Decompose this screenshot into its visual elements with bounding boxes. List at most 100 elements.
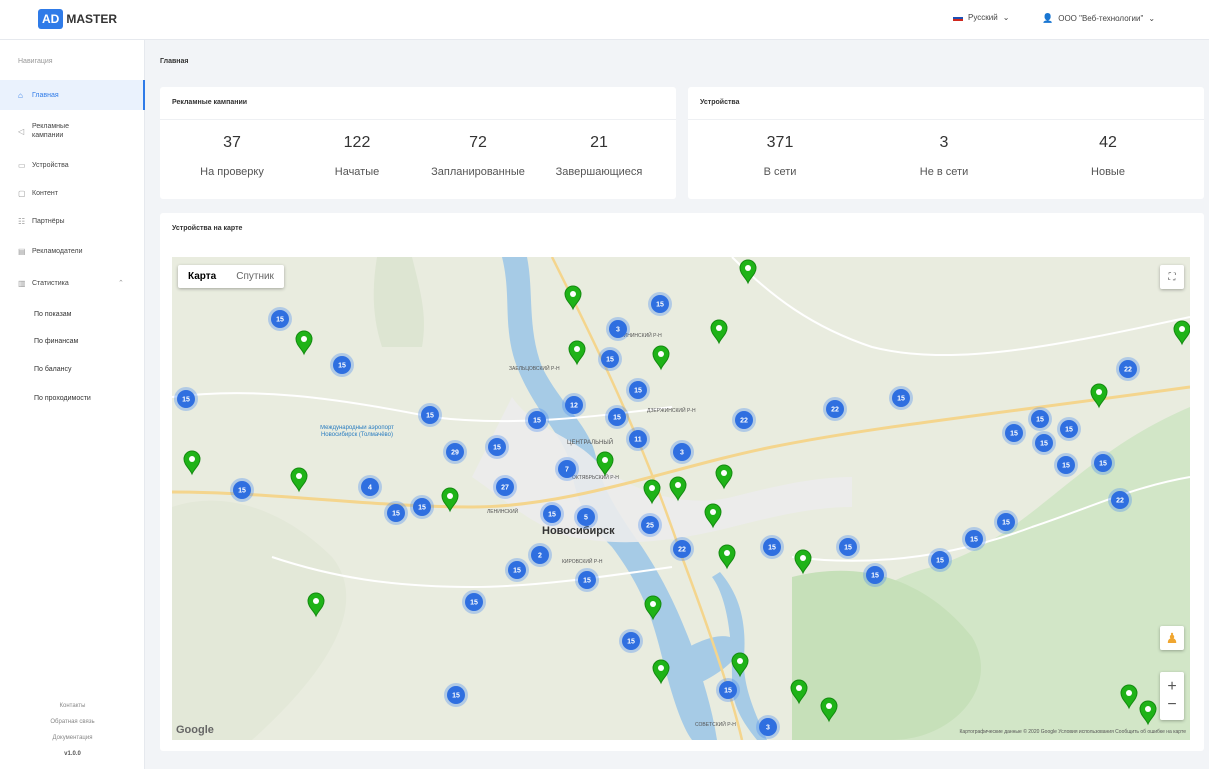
cluster-count: 5	[584, 515, 588, 522]
pin-center	[710, 509, 716, 515]
device-cluster[interactable]: 15	[230, 478, 254, 502]
cluster-count: 15	[606, 357, 614, 364]
device-cluster[interactable]: 3	[756, 715, 780, 739]
device-cluster[interactable]: 15	[410, 495, 434, 519]
device-cluster[interactable]: 22	[670, 537, 694, 561]
devices-stat-new[interactable]: 42 Новые	[1048, 134, 1168, 178]
device-cluster[interactable]: 29	[443, 440, 467, 464]
device-cluster[interactable]: 15	[605, 405, 629, 429]
device-cluster[interactable]: 15	[619, 629, 643, 653]
device-cluster[interactable]: 15	[928, 548, 952, 572]
logo[interactable]: AD MASTER	[38, 9, 117, 29]
device-cluster[interactable]: 4	[358, 475, 382, 499]
sidebar-sub-balance[interactable]: По балансу	[34, 366, 71, 373]
footer-contacts[interactable]: Контакты	[0, 703, 145, 709]
monitor-icon: ▭	[18, 160, 26, 170]
device-cluster[interactable]: 15	[962, 527, 986, 551]
app-version: v1.0.0	[64, 751, 81, 757]
device-cluster[interactable]: 15	[716, 678, 740, 702]
device-cluster[interactable]: 15	[268, 307, 292, 331]
sidebar-sub-finance[interactable]: По финансам	[34, 338, 78, 345]
cluster-count: 15	[470, 600, 478, 607]
sidebar-item-partners[interactable]: ☷ Партнёры	[0, 206, 145, 236]
device-cluster[interactable]: 22	[732, 408, 756, 432]
language-selector[interactable]: Русский ⌄	[953, 13, 1009, 22]
campaigns-stat-planned[interactable]: 72 Запланированные	[418, 134, 538, 178]
devices-stat-online[interactable]: 371 В сети	[720, 134, 840, 178]
device-cluster[interactable]: 15	[598, 347, 622, 371]
device-cluster[interactable]: 15	[485, 435, 509, 459]
cluster-count: 15	[897, 396, 905, 403]
device-cluster[interactable]: 15	[540, 502, 564, 526]
stat-value: 21	[590, 134, 608, 151]
device-cluster[interactable]: 15	[863, 563, 887, 587]
devices-map[interactable]: Новосибирск ЗАЕЛЬЦОВСКИЙ Р-Н ЦЕНТРАЛЬНЫЙ…	[172, 257, 1190, 740]
device-cluster[interactable]: 15	[525, 408, 549, 432]
sidebar-item-label: Контент	[32, 189, 58, 197]
campaigns-stat-started[interactable]: 122 Начатые	[297, 134, 417, 178]
device-cluster[interactable]: 15	[505, 558, 529, 582]
pin-center	[1096, 389, 1102, 395]
device-cluster[interactable]: 22	[823, 397, 847, 421]
device-cluster[interactable]: 15	[1002, 421, 1026, 445]
cluster-count: 15	[338, 363, 346, 370]
campaigns-stat-review[interactable]: 37 На проверку	[172, 134, 292, 178]
device-cluster[interactable]: 15	[1091, 451, 1115, 475]
device-cluster[interactable]: 15	[626, 378, 650, 402]
cluster-count: 27	[501, 485, 509, 492]
cluster-count: 15	[1065, 427, 1073, 434]
device-cluster[interactable]: 22	[1108, 488, 1132, 512]
sidebar-item-statistics[interactable]: ▥ Статистика ⌃	[0, 268, 145, 298]
device-cluster[interactable]: 11	[626, 427, 650, 451]
company-selector[interactable]: 👤 ООО "Веб-технологии" ⌄	[1042, 13, 1155, 24]
device-cluster[interactable]: 15	[994, 510, 1018, 534]
device-cluster[interactable]: 2	[528, 543, 552, 567]
campaigns-title: Рекламные кампании	[172, 99, 248, 106]
device-cluster[interactable]: 15	[1032, 431, 1056, 455]
pin-center	[724, 550, 730, 556]
device-cluster[interactable]: 15	[384, 501, 408, 525]
device-cluster[interactable]: 3	[670, 440, 694, 464]
device-cluster[interactable]: 15	[760, 535, 784, 559]
device-cluster[interactable]: 15	[444, 683, 468, 707]
stat-value: 72	[469, 134, 487, 151]
pegman-icon[interactable]: ♟	[1160, 626, 1184, 650]
device-cluster[interactable]: 5	[574, 505, 598, 529]
sidebar-item-campaigns[interactable]: ◁ Рекламные кампании	[0, 113, 145, 149]
device-cluster[interactable]: 25	[638, 513, 662, 537]
device-cluster[interactable]: 12	[562, 393, 586, 417]
device-cluster[interactable]: 15	[1028, 407, 1052, 431]
device-cluster[interactable]: 15	[836, 535, 860, 559]
map-canvas[interactable]: Новосибирск ЗАЕЛЬЦОВСКИЙ Р-Н ЦЕНТРАЛЬНЫЙ…	[172, 257, 1190, 740]
zoom-out-icon[interactable]: −	[1167, 696, 1176, 714]
map-type-map-button[interactable]: Карта	[178, 265, 226, 288]
device-cluster[interactable]: 15	[330, 353, 354, 377]
device-cluster[interactable]: 15	[462, 590, 486, 614]
devices-stat-offline[interactable]: 3 Не в сети	[884, 134, 1004, 178]
device-cluster[interactable]: 22	[1116, 357, 1140, 381]
sidebar-item-home[interactable]: ⌂ Главная	[0, 80, 145, 110]
device-cluster[interactable]: 3	[606, 317, 630, 341]
chevron-up-icon: ⌃	[118, 280, 124, 287]
device-cluster[interactable]: 15	[575, 568, 599, 592]
device-cluster[interactable]: 15	[1054, 453, 1078, 477]
footer-docs[interactable]: Документация	[0, 735, 145, 741]
map-type-satellite-button[interactable]: Спутник	[226, 265, 284, 288]
sidebar-sub-impressions[interactable]: По показам	[34, 311, 72, 318]
campaigns-stat-ending[interactable]: 21 Завершающиеся	[539, 134, 659, 178]
sidebar-sub-traffic[interactable]: По проходимости	[34, 395, 91, 402]
sidebar-item-content[interactable]: ▢ Контент	[0, 178, 145, 208]
sidebar-item-advertisers[interactable]: ▤ Рекламодатели	[0, 236, 145, 266]
device-cluster[interactable]: 27	[493, 475, 517, 499]
device-cluster[interactable]: 15	[1057, 417, 1081, 441]
footer-feedback[interactable]: Обратная связь	[0, 719, 145, 725]
fullscreen-icon[interactable]: ⛶	[1160, 265, 1184, 289]
device-cluster[interactable]: 15	[174, 387, 198, 411]
device-cluster[interactable]: 15	[418, 403, 442, 427]
map-attribution[interactable]: Картографические данные © 2020 Google Ус…	[960, 729, 1187, 735]
sidebar-item-devices[interactable]: ▭ Устройства	[0, 150, 145, 180]
device-cluster[interactable]: 15	[648, 292, 672, 316]
device-cluster[interactable]: 15	[889, 386, 913, 410]
device-cluster[interactable]: 7	[555, 457, 579, 481]
zoom-in-icon[interactable]: +	[1167, 678, 1176, 696]
